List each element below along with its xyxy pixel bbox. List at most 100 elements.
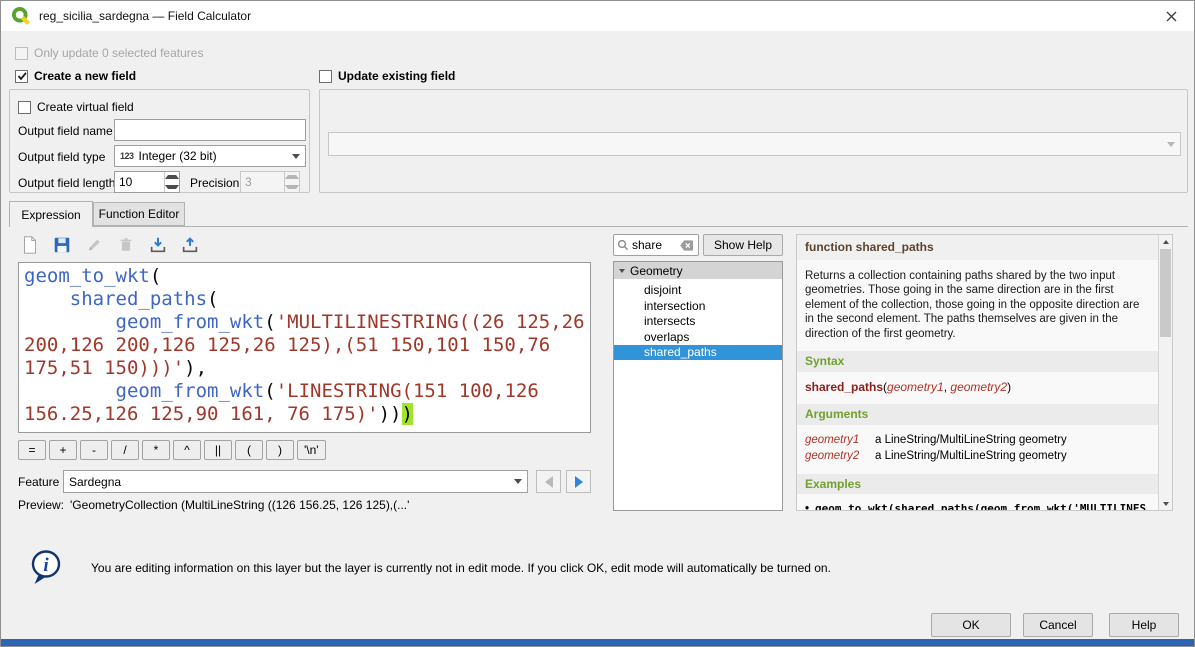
operator-power-button[interactable]: ^: [173, 440, 201, 460]
import-expression-button[interactable]: [145, 233, 171, 257]
tree-group-label: Geometry: [630, 264, 683, 278]
edit-expression-button[interactable]: [81, 233, 107, 257]
checkbox-label: Only update 0 selected features: [34, 46, 203, 60]
argument-row: geometry1 a LineString/MultiLineString g…: [805, 433, 1150, 448]
arguments-header: Arguments: [797, 404, 1158, 425]
chevron-down-icon: [287, 146, 305, 166]
tree-item-intersects[interactable]: intersects: [614, 314, 782, 329]
scroll-up-button[interactable]: [1159, 235, 1172, 248]
expression-segment: geom_from_wkt: [116, 380, 265, 402]
update-existing-field-checkbox[interactable]: Update existing field: [319, 68, 455, 84]
preview-label: Preview:: [18, 498, 64, 512]
clear-expression-button[interactable]: [17, 233, 43, 257]
feature-select[interactable]: Sardegna: [63, 470, 528, 493]
show-help-button[interactable]: Show Help: [703, 234, 783, 256]
operator-plus-button[interactable]: +: [49, 440, 77, 460]
expression-segment: )): [379, 403, 402, 425]
operator-close-paren-button[interactable]: ): [266, 440, 294, 460]
operator-buttons-row: = + - / * ^ || ( ) '\n': [18, 440, 326, 460]
export-arrow-icon: [180, 235, 200, 255]
chevron-down-icon: [1162, 133, 1180, 155]
clear-search-icon[interactable]: [679, 239, 694, 252]
expression-segment: geom_to_wkt: [24, 265, 150, 287]
create-new-field-checkbox[interactable]: Create a new field: [15, 68, 136, 84]
delete-expression-button[interactable]: [113, 233, 139, 257]
checkbox-label: Create a new field: [34, 69, 136, 83]
function-search-input[interactable]: [632, 238, 676, 252]
arrow-left-icon: [545, 476, 553, 488]
expand-triangle-icon: [619, 269, 625, 273]
spin-up-button[interactable]: [165, 172, 179, 182]
syntax-header: Syntax: [797, 351, 1158, 372]
checkbox-label: Update existing field: [338, 69, 455, 83]
output-field-type-select[interactable]: 123 Integer (32 bit): [114, 145, 306, 167]
ok-button[interactable]: OK: [931, 613, 1011, 637]
examples-header: Examples: [797, 474, 1158, 495]
scroll-down-button[interactable]: [1159, 497, 1172, 510]
example-item: geom_to_wkt(shared_paths(geom_from_wkt('…: [805, 502, 1150, 510]
scrollbar-thumb[interactable]: [1160, 249, 1171, 337]
spin-down-button[interactable]: [285, 182, 299, 192]
operator-divide-button[interactable]: /: [111, 440, 139, 460]
syntax-arg1: geometry1: [887, 380, 944, 394]
function-help-panel: function shared_paths Returns a collecti…: [796, 234, 1173, 511]
help-title: function shared_paths: [797, 235, 1158, 260]
checkbox-box: [319, 70, 332, 83]
operator-concat-button[interactable]: ||: [204, 440, 232, 460]
cancel-button[interactable]: Cancel: [1023, 613, 1093, 637]
create-virtual-field-checkbox[interactable]: Create virtual field: [18, 99, 134, 115]
title-bar[interactable]: reg_sicilia_sardegna — Field Calculator: [1, 1, 1194, 31]
tab-function-editor[interactable]: Function Editor: [93, 202, 185, 226]
syntax-line: shared_paths(geometry1, geometry2): [805, 380, 1150, 395]
edit-mode-message: You are editing information on this laye…: [91, 561, 1011, 575]
argument-name: geometry1: [805, 433, 875, 448]
next-feature-button[interactable]: [566, 470, 591, 493]
tree-item-intersection[interactable]: intersection: [614, 298, 782, 313]
qgis-logo-icon: [11, 6, 31, 26]
operator-newline-button[interactable]: '\n': [297, 440, 326, 460]
tree-item-shared-paths[interactable]: shared_paths: [614, 345, 782, 360]
expression-segment: [24, 288, 70, 310]
new-file-icon: [20, 235, 40, 255]
export-expression-button[interactable]: [177, 233, 203, 257]
chevron-down-icon: [509, 471, 527, 492]
field-calculator-dialog: reg_sicilia_sardegna — Field Calculator …: [0, 0, 1195, 647]
arrow-right-icon: [575, 476, 583, 488]
operator-minus-button[interactable]: -: [80, 440, 108, 460]
argument-description: a LineString/MultiLineString geometry: [875, 449, 1067, 464]
save-icon: [52, 235, 72, 255]
operator-multiply-button[interactable]: *: [142, 440, 170, 460]
combo-value: Integer (32 bit): [139, 149, 217, 163]
expression-editor[interactable]: geom_to_wkt( shared_paths( geom_from_wkt…: [18, 262, 591, 433]
tree-item-label: intersects: [644, 314, 695, 328]
window-title: reg_sicilia_sardegna — Field Calculator: [39, 9, 251, 23]
operator-equals-button[interactable]: =: [18, 440, 46, 460]
previous-feature-button[interactable]: [536, 470, 561, 493]
spin-down-button[interactable]: [165, 182, 179, 192]
help-button[interactable]: Help: [1109, 613, 1179, 637]
checkbox-box: [15, 47, 28, 60]
help-content: function shared_paths Returns a collecti…: [797, 235, 1158, 510]
save-expression-button[interactable]: [49, 233, 75, 257]
existing-field-select[interactable]: [328, 132, 1181, 156]
only-update-selected-checkbox[interactable]: Only update 0 selected features: [15, 45, 203, 61]
output-field-length-spinner[interactable]: 10: [114, 171, 180, 193]
precision-spinner[interactable]: 3: [240, 171, 300, 193]
tab-pane-border: [9, 226, 1188, 227]
spin-up-button[interactable]: [285, 172, 299, 182]
expression-segment: (: [264, 380, 275, 402]
operator-open-paren-button[interactable]: (: [235, 440, 263, 460]
tab-expression[interactable]: Expression: [9, 201, 93, 227]
expression-segment: ),: [184, 357, 207, 379]
integer-field-type-icon: 123: [120, 151, 134, 161]
tab-label: Expression: [21, 208, 80, 222]
tree-group-geometry[interactable]: Geometry: [614, 262, 782, 279]
output-field-name-input[interactable]: [114, 119, 306, 141]
checkbox-box: [15, 70, 28, 83]
new-field-group: Create virtual field Output field name O…: [9, 89, 310, 193]
close-button[interactable]: [1148, 1, 1194, 31]
tree-item-disjoint[interactable]: disjoint: [614, 283, 782, 298]
tree-item-overlaps[interactable]: overlaps: [614, 329, 782, 344]
help-scrollbar[interactable]: [1158, 235, 1172, 510]
argument-row: geometry2 a LineString/MultiLineString g…: [805, 449, 1150, 464]
